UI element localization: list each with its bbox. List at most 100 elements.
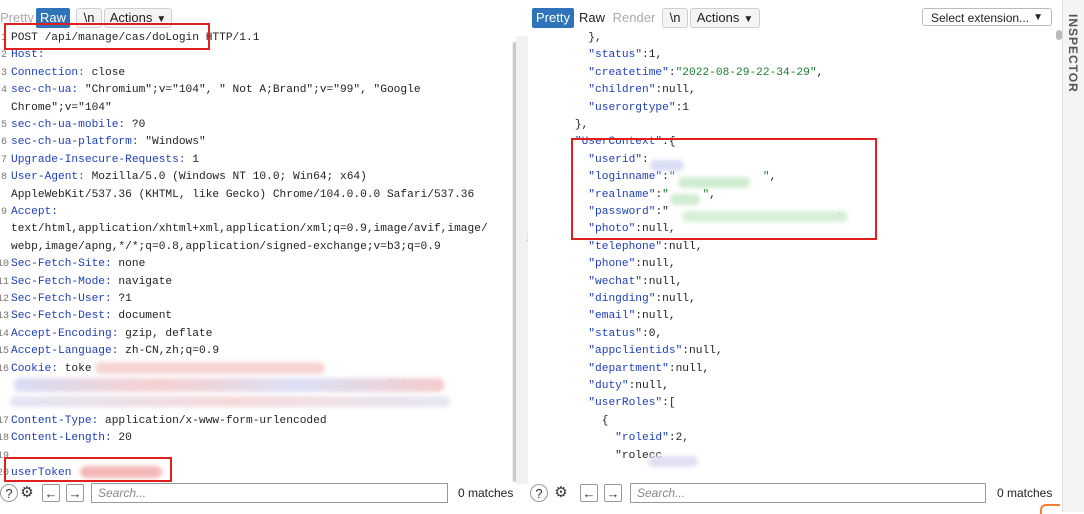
- response-line: "children":null,: [548, 82, 1062, 99]
- header-value: "Chromium";v="104", " Not A;Brand";v="99…: [78, 84, 421, 97]
- json-text: "userRoles":[: [588, 397, 676, 410]
- line-number: 3: [0, 67, 7, 79]
- json-text: },: [548, 32, 602, 44]
- json-text: "UserContext":{: [574, 136, 676, 149]
- header-value: Mozilla/5.0 (Windows NT 10.0; Win64; x64…: [84, 171, 367, 184]
- request-line: 5 sec-ch-ua-mobile: ?0: [0, 117, 524, 134]
- tab-pretty[interactable]: Pretty: [532, 8, 574, 28]
- response-line: "loginname":" ",: [548, 169, 1062, 186]
- json-text: "children":null,: [588, 84, 696, 97]
- json-text: "department":null,: [588, 362, 710, 375]
- request-line: Chrome";v="104": [0, 100, 524, 117]
- request-line: 18 Content-Length: 20: [0, 430, 524, 447]
- resize-corner-icon[interactable]: [1040, 504, 1060, 514]
- line-number: 18: [0, 433, 10, 445]
- select-extension-dropdown[interactable]: Select extension... ▼: [922, 8, 1052, 26]
- tab-render[interactable]: Render: [612, 8, 656, 28]
- header-value: 1: [185, 153, 199, 166]
- request-line: 8 User-Agent: Mozilla/5.0 (Windows NT 10.…: [0, 169, 524, 186]
- redacted-cookie: [14, 378, 444, 392]
- header-value: gzip, deflate: [118, 327, 213, 340]
- response-search-bar: ? ⚙ ← → Search... 0 matches: [528, 481, 1062, 507]
- actions-label: Actions: [109, 10, 153, 25]
- line-number: 15: [0, 346, 10, 358]
- inspector-panel[interactable]: INSPECTOR: [1062, 0, 1084, 512]
- line-text: userToken: [11, 467, 72, 479]
- json-text: "telephone":null,: [588, 240, 703, 253]
- line-number: 7: [0, 154, 7, 166]
- request-line: 14 Accept-Encoding: gzip, deflate: [0, 326, 524, 343]
- json-text: },: [548, 119, 589, 131]
- line-number: 5: [0, 120, 7, 131]
- response-line: "realname":" ",: [548, 187, 1062, 204]
- redacted-token: [80, 466, 162, 478]
- request-line: 10 Sec-Fetch-Site: none: [0, 256, 524, 273]
- request-line: webp,image/apng,*/*;q=0.8,application/si…: [0, 239, 524, 256]
- response-line: "appclientids":null,: [548, 343, 1062, 360]
- json-text: "duty":null,: [588, 380, 669, 392]
- response-line: "wechat":null,: [548, 274, 1062, 291]
- tab-newline[interactable]: \n: [76, 8, 102, 28]
- tab-newline[interactable]: \n: [662, 8, 688, 28]
- redacted-cookie: [95, 362, 325, 374]
- response-line: "telephone":null,: [548, 239, 1062, 256]
- header-name: sec-ch-ua-mobile:: [11, 119, 126, 131]
- gear-icon[interactable]: ⚙: [552, 484, 570, 502]
- header-name: Sec-Fetch-Dest:: [11, 310, 112, 323]
- response-pane: Pretty Raw Render \n Actions ▼ Select ext…: [528, 0, 1062, 512]
- redacted-cookie: [10, 396, 450, 407]
- tab-raw[interactable]: Raw: [36, 8, 70, 28]
- response-line: "phone":null,: [548, 256, 1062, 273]
- json-text: "userorgtype":1: [588, 101, 690, 114]
- header-value: zh-CN,zh;q=0.9: [118, 345, 220, 358]
- back-arrow-icon[interactable]: ←: [580, 484, 598, 502]
- back-arrow-icon[interactable]: ←: [42, 484, 60, 502]
- response-line: },: [548, 117, 1062, 134]
- header-name: Sec-Fetch-User:: [11, 293, 112, 305]
- tab-raw[interactable]: Raw: [576, 8, 608, 28]
- redacted-userid: [650, 160, 684, 171]
- actions-menu[interactable]: Actions ▼: [104, 8, 172, 28]
- line-number: 2: [0, 50, 7, 62]
- request-pane: Pretty Raw \n Actions ▼ 1 POST /api/manage…: [0, 0, 524, 512]
- response-line: "userorgtype":1: [548, 100, 1062, 117]
- json-text: {: [548, 414, 609, 427]
- forward-arrow-icon[interactable]: →: [66, 484, 84, 502]
- header-name: Accept:: [11, 206, 58, 218]
- help-icon[interactable]: ?: [0, 484, 18, 502]
- header-value: document: [111, 310, 173, 323]
- forward-arrow-icon[interactable]: →: [604, 484, 622, 502]
- json-text: "phone":null,: [588, 258, 676, 271]
- chevron-down-icon: ▼: [156, 14, 167, 25]
- line-number: 20: [0, 468, 10, 479]
- help-icon[interactable]: ?: [530, 484, 548, 502]
- header-value: navigate: [111, 275, 173, 288]
- response-line: "rolecc: [548, 448, 1062, 465]
- response-line: "userid":: [548, 152, 1062, 169]
- request-line: 7 Upgrade-Insecure-Requests: 1: [0, 152, 524, 169]
- request-editor[interactable]: 1 POST /api/manage/cas/doLogin HTTP/1.1 2 H…: [0, 30, 524, 480]
- header-value: toke: [58, 362, 92, 375]
- response-toolbar: Pretty Raw Render \n Actions ▼ Select ext…: [528, 0, 1062, 32]
- line-text: AppleWebKit/537.36 (KHTML, like Gecko) C…: [11, 188, 475, 201]
- search-input[interactable]: Search...: [91, 483, 448, 503]
- response-line: "photo":null,: [548, 221, 1062, 238]
- header-name: Content-Type:: [11, 414, 99, 427]
- response-line: "createtime":"2022-08-29-22-34-29",: [548, 65, 1062, 82]
- header-value: ?0: [125, 119, 146, 131]
- gear-icon[interactable]: ⚙: [18, 484, 36, 502]
- tab-pretty[interactable]: Pretty: [0, 8, 34, 28]
- response-editor[interactable]: }, "status":1, "createtime":"2022-08-29-…: [548, 30, 1062, 480]
- request-line: text/html,application/xhtml+xml,applicat…: [0, 221, 524, 238]
- search-input[interactable]: Search...: [630, 483, 986, 503]
- line-number: 19: [0, 450, 10, 462]
- request-line: 9 Accept:: [0, 204, 524, 221]
- line-text: webp,image/apng,*/*;q=0.8,application/si…: [11, 240, 441, 253]
- json-text: "email":null,: [588, 310, 676, 323]
- match-count: 0 matches: [458, 486, 514, 500]
- inspector-label: INSPECTOR: [1066, 14, 1080, 93]
- request-line: AppleWebKit/537.36 (KHTML, like Gecko) C…: [0, 187, 524, 204]
- request-line: 12 Sec-Fetch-User: ?1: [0, 291, 524, 308]
- header-value: ?1: [111, 293, 132, 305]
- actions-menu[interactable]: Actions ▼: [690, 8, 760, 28]
